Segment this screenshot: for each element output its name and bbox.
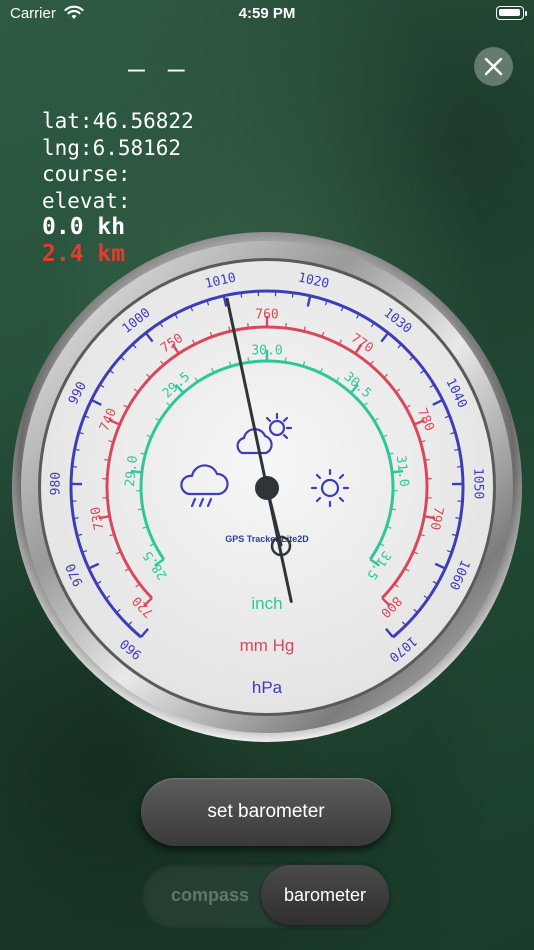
mode-barometer-option[interactable]: barometer: [261, 865, 389, 925]
hpa-tick-label: 980: [48, 472, 63, 496]
brand-label: GPS Tracker Lite2D: [225, 534, 309, 544]
inch-tick-label: 30.0: [251, 344, 282, 359]
mmhg-tick-label: 760: [255, 308, 278, 323]
set-barometer-button[interactable]: set barometer: [141, 778, 391, 846]
hpa-tick-label: 1050: [470, 468, 485, 500]
mode-compass-option[interactable]: compass: [155, 862, 265, 928]
mode-toggle: compass barometer: [141, 862, 391, 928]
needle-hub: [255, 476, 279, 500]
unit-label-inch: inch: [251, 594, 282, 613]
unit-label-mmhg: mm Hg: [240, 636, 295, 655]
unit-label-hpa: hPa: [252, 678, 283, 697]
